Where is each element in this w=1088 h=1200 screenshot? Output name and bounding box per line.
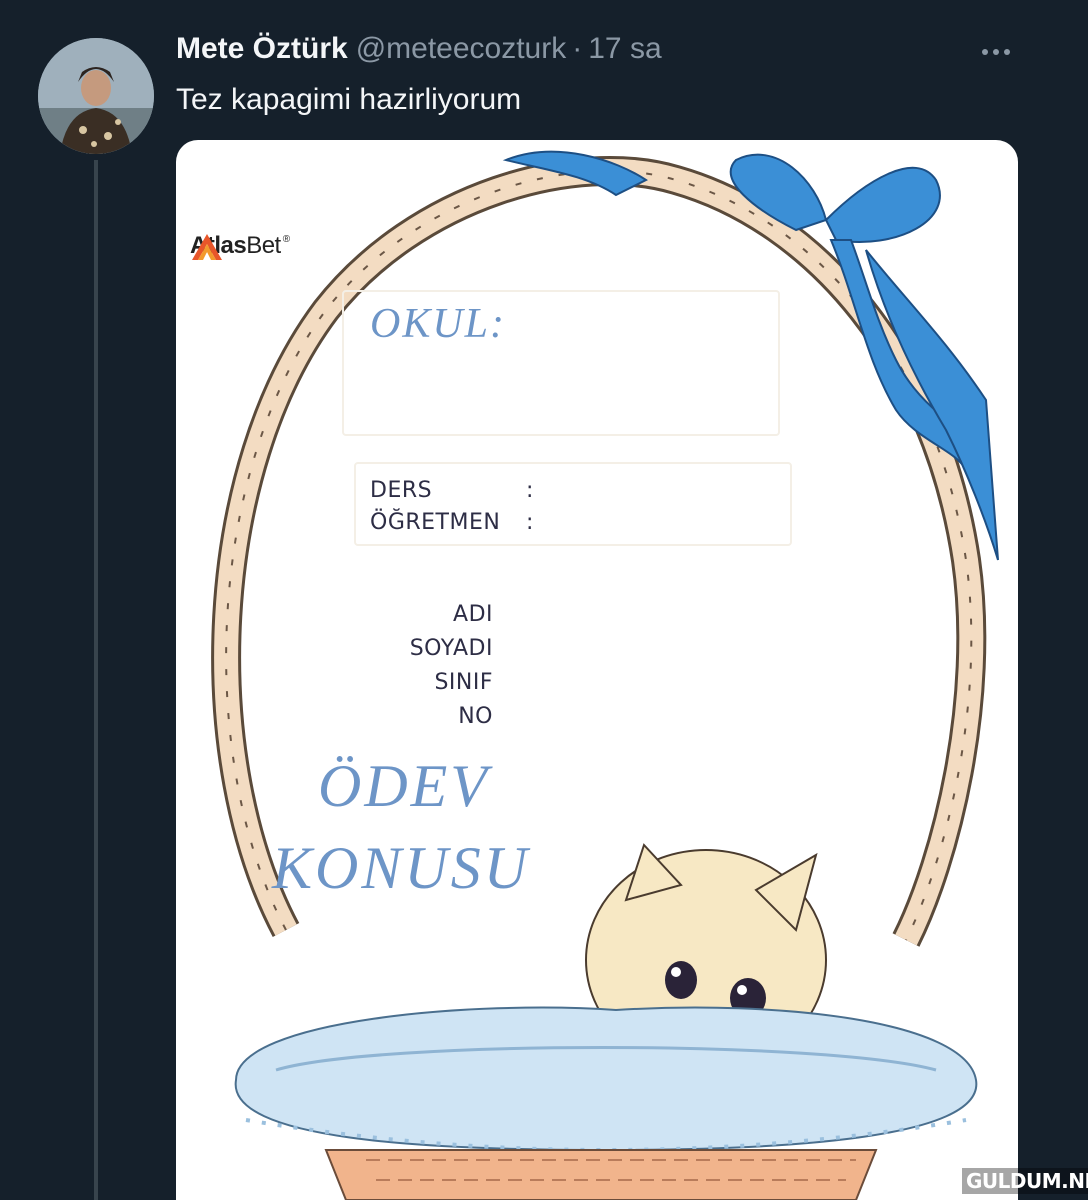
tweet-header: Mete Öztürk @meteecozturk · 17 sa <box>176 32 662 76</box>
avatar-photo <box>38 38 154 154</box>
more-horizontal-icon[interactable] <box>972 34 1020 70</box>
avatar[interactable] <box>38 38 154 154</box>
ders-colon: : <box>526 478 534 503</box>
student-field-soyadi: SOYADI <box>409 636 493 661</box>
atlasbet-logo: AtlasBet ® <box>190 232 290 260</box>
student-field-adi: ADI <box>453 602 493 627</box>
student-field-sinif: SINIF <box>434 670 493 695</box>
odev-title-line2: KONUSU <box>272 835 531 901</box>
tweet-time[interactable]: 17 sa <box>588 32 661 66</box>
author-handle[interactable]: @meteecozturk <box>356 32 567 66</box>
ogretmen-label: ÖĞRETMEN <box>370 510 501 535</box>
ogretmen-colon: : <box>526 510 534 535</box>
student-field-no: NO <box>458 704 493 729</box>
atlasbet-logo-icon <box>192 234 222 260</box>
watermark: GULDUM.NET <box>962 1168 1088 1194</box>
author-meta: @meteecozturk · 17 sa <box>356 32 662 66</box>
author-name[interactable]: Mete Öztürk <box>176 32 348 66</box>
meta-separator: · <box>572 32 583 65</box>
okul-label: OKUL: <box>370 301 507 347</box>
odev-title-line1: ÖDEV <box>318 753 490 819</box>
tweet-media-image[interactable]: AtlasBet ® OKUL: DERS ÖĞRETMEN : : ADI S… <box>176 140 1018 1200</box>
tweet-text: Tez kapagimi hazirliyorum <box>176 83 522 116</box>
logo-registered-mark: ® <box>282 234 291 245</box>
thread-line <box>94 160 98 1200</box>
ders-label: DERS <box>370 478 433 503</box>
